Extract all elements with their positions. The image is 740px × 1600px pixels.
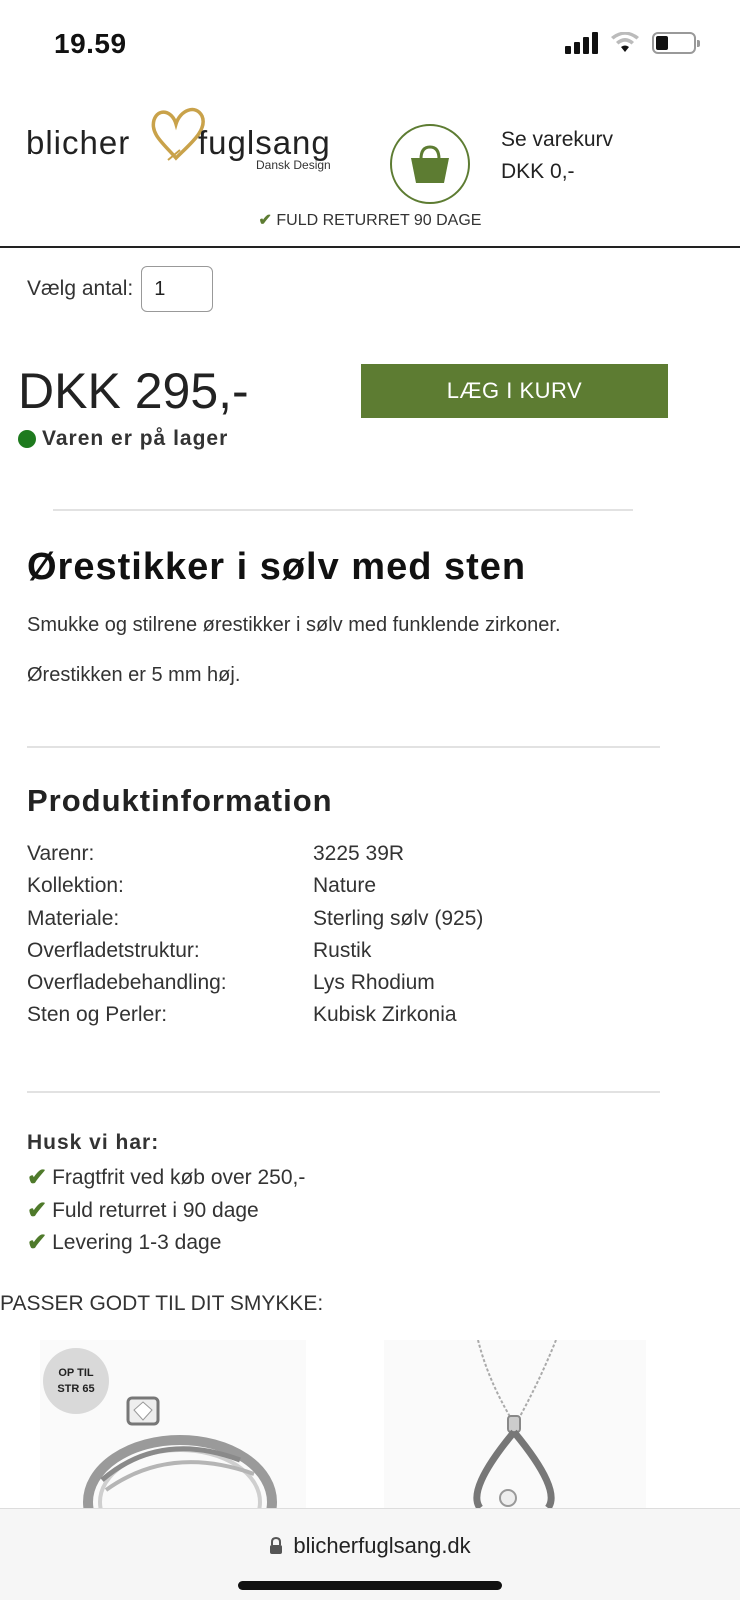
return-banner-text: FULD RETURRET 90 DAGE (276, 212, 482, 229)
related-product-necklace[interactable] (384, 1340, 646, 1508)
status-time: 19.59 (54, 28, 127, 59)
logo-subtitle: Dansk Design (256, 158, 331, 172)
logo-text-right: fuglsang (198, 124, 331, 161)
info-key: Varenr: (27, 842, 95, 865)
check-icon: ✔ (258, 212, 272, 229)
remember-item: Fuld returret i 90 dage (52, 1198, 259, 1222)
browser-url-bar: blicherfuglsang.dk (0, 1508, 740, 1600)
logo-text-left: blicher (26, 124, 131, 161)
size-badge: OP TIL STR 65 (43, 1348, 109, 1414)
necklace-image (473, 1340, 557, 1508)
divider (27, 1091, 660, 1093)
quantity-row: Vælg antal: (27, 266, 214, 312)
info-row: Overfladebehandling: Lys Rhodium (27, 967, 483, 999)
info-row: Overfladetstruktur: Rustik (27, 935, 483, 967)
address-bar[interactable]: blicherfuglsang.dk (0, 1533, 740, 1559)
list-item: ✔ Levering 1-3 dage (27, 1227, 305, 1260)
info-value: Rustik (313, 938, 372, 962)
product-info-table: Varenr: 3225 39R Kollektion: Nature Mate… (27, 838, 483, 1032)
stock-status: Varen er på lager (18, 427, 228, 451)
return-banner: ✔ FULD RETURRET 90 DAGE (0, 210, 740, 230)
product-description: Ørestikken er 5 mm høj. (27, 664, 241, 686)
info-value: Nature (313, 874, 377, 898)
cart-summary[interactable]: Se varekurv DKK 0,- (501, 124, 613, 188)
check-icon: ✔ (27, 1164, 48, 1192)
lock-icon (270, 1537, 283, 1554)
brand-logo[interactable]: blicher fuglsang Dansk Design (26, 96, 346, 176)
divider (53, 509, 633, 511)
wifi-icon (611, 32, 639, 52)
info-row: Varenr: 3225 39R (27, 838, 483, 870)
info-row: Kollektion: Nature (27, 870, 483, 902)
related-title: PASSER GODT TIL DIT SMYKKE: (0, 1292, 324, 1315)
cart-button[interactable] (390, 124, 470, 204)
in-stock-dot-icon (18, 430, 36, 448)
related-product-ring[interactable]: OP TIL STR 65 (40, 1340, 306, 1508)
quantity-input[interactable] (141, 266, 214, 312)
product-price: DKK 295,- (18, 363, 249, 419)
cart-amount: DKK 0,- (501, 160, 575, 183)
list-item: ✔ Fragtfrit ved køb over 250,- (27, 1162, 305, 1195)
url-text: blicherfuglsang.dk (293, 1533, 471, 1558)
add-to-cart-button[interactable]: LÆG I KURV (361, 364, 668, 418)
info-key: Sten og Perler: (27, 1003, 168, 1027)
remember-item: Fragtfrit ved køb over 250,- (52, 1166, 306, 1190)
product-description: Smukke og stilrene ørestikker i sølv med… (27, 614, 561, 636)
badge-line: STR 65 (57, 1383, 95, 1395)
check-icon: ✔ (27, 1229, 48, 1257)
home-indicator[interactable] (238, 1581, 502, 1590)
product-title: Ørestikker i sølv med sten (27, 546, 527, 588)
battery-icon (652, 32, 700, 54)
status-bar: 19.59 (0, 0, 740, 90)
remember-title: Husk vi har: (27, 1131, 160, 1154)
info-key: Overfladebehandling: (27, 971, 227, 995)
check-icon: ✔ (27, 1196, 48, 1224)
site-header: blicher fuglsang Dansk Design Se varekur… (0, 90, 740, 248)
badge-line: OP TIL (58, 1367, 94, 1379)
quantity-label: Vælg antal: (27, 277, 134, 300)
remember-item: Levering 1-3 dage (52, 1231, 222, 1255)
info-value: Lys Rhodium (313, 971, 435, 995)
divider (27, 746, 660, 748)
info-key: Overfladetstruktur: (27, 938, 200, 962)
list-item: ✔ Fuld returret i 90 dage (27, 1195, 305, 1228)
cart-label: Se varekurv (501, 128, 614, 151)
info-row: Materiale: Sterling sølv (925) (27, 903, 483, 935)
stock-text: Varen er på lager (42, 427, 229, 450)
info-row: Sten og Perler: Kubisk Zirkonia (27, 999, 483, 1031)
info-value: Kubisk Zirkonia (313, 1003, 457, 1027)
info-value: Sterling sølv (925) (313, 906, 484, 930)
info-key: Kollektion: (27, 874, 124, 898)
cellular-signal-icon (565, 32, 598, 54)
shopping-bag-icon (411, 145, 449, 183)
info-key: Materiale: (27, 906, 120, 930)
info-value: 3225 39R (313, 842, 405, 865)
status-icons (565, 32, 700, 54)
remember-list: ✔ Fragtfrit ved køb over 250,- ✔ Fuld re… (27, 1162, 305, 1260)
product-info-title: Produktinformation (27, 783, 333, 818)
